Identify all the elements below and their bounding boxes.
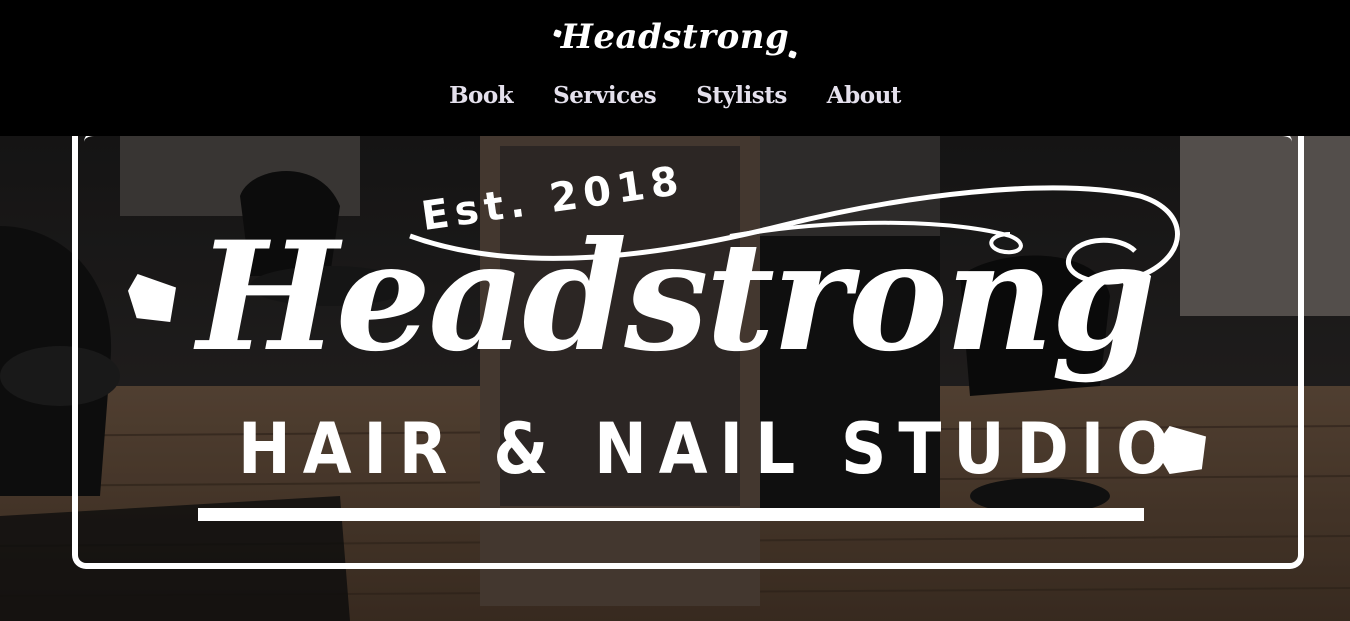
brand-name: Headstrong xyxy=(560,17,790,57)
hero-subtitle: HAIR & NAIL STUDIO xyxy=(238,408,1182,490)
logo-underline xyxy=(198,508,1144,521)
main-nav: Book Services Stylists About xyxy=(0,82,1350,109)
hero-banner: Est. 2018 Headstrong HAIR & NAIL STUDIO xyxy=(0,136,1350,621)
hero-logo-name: Headstrong xyxy=(197,209,1156,385)
site-header: Headstrong Book Services Stylists About xyxy=(0,0,1350,136)
nav-link-services[interactable]: Services xyxy=(553,82,657,109)
brand-logo-link[interactable]: Headstrong xyxy=(0,17,1350,59)
nav-link-about[interactable]: About xyxy=(827,82,902,109)
logo-gem-icon xyxy=(788,50,798,59)
page: Headstrong Book Services Stylists About xyxy=(0,0,1350,621)
nav-link-book[interactable]: Book xyxy=(449,82,514,109)
nav-link-stylists[interactable]: Stylists xyxy=(696,82,787,109)
